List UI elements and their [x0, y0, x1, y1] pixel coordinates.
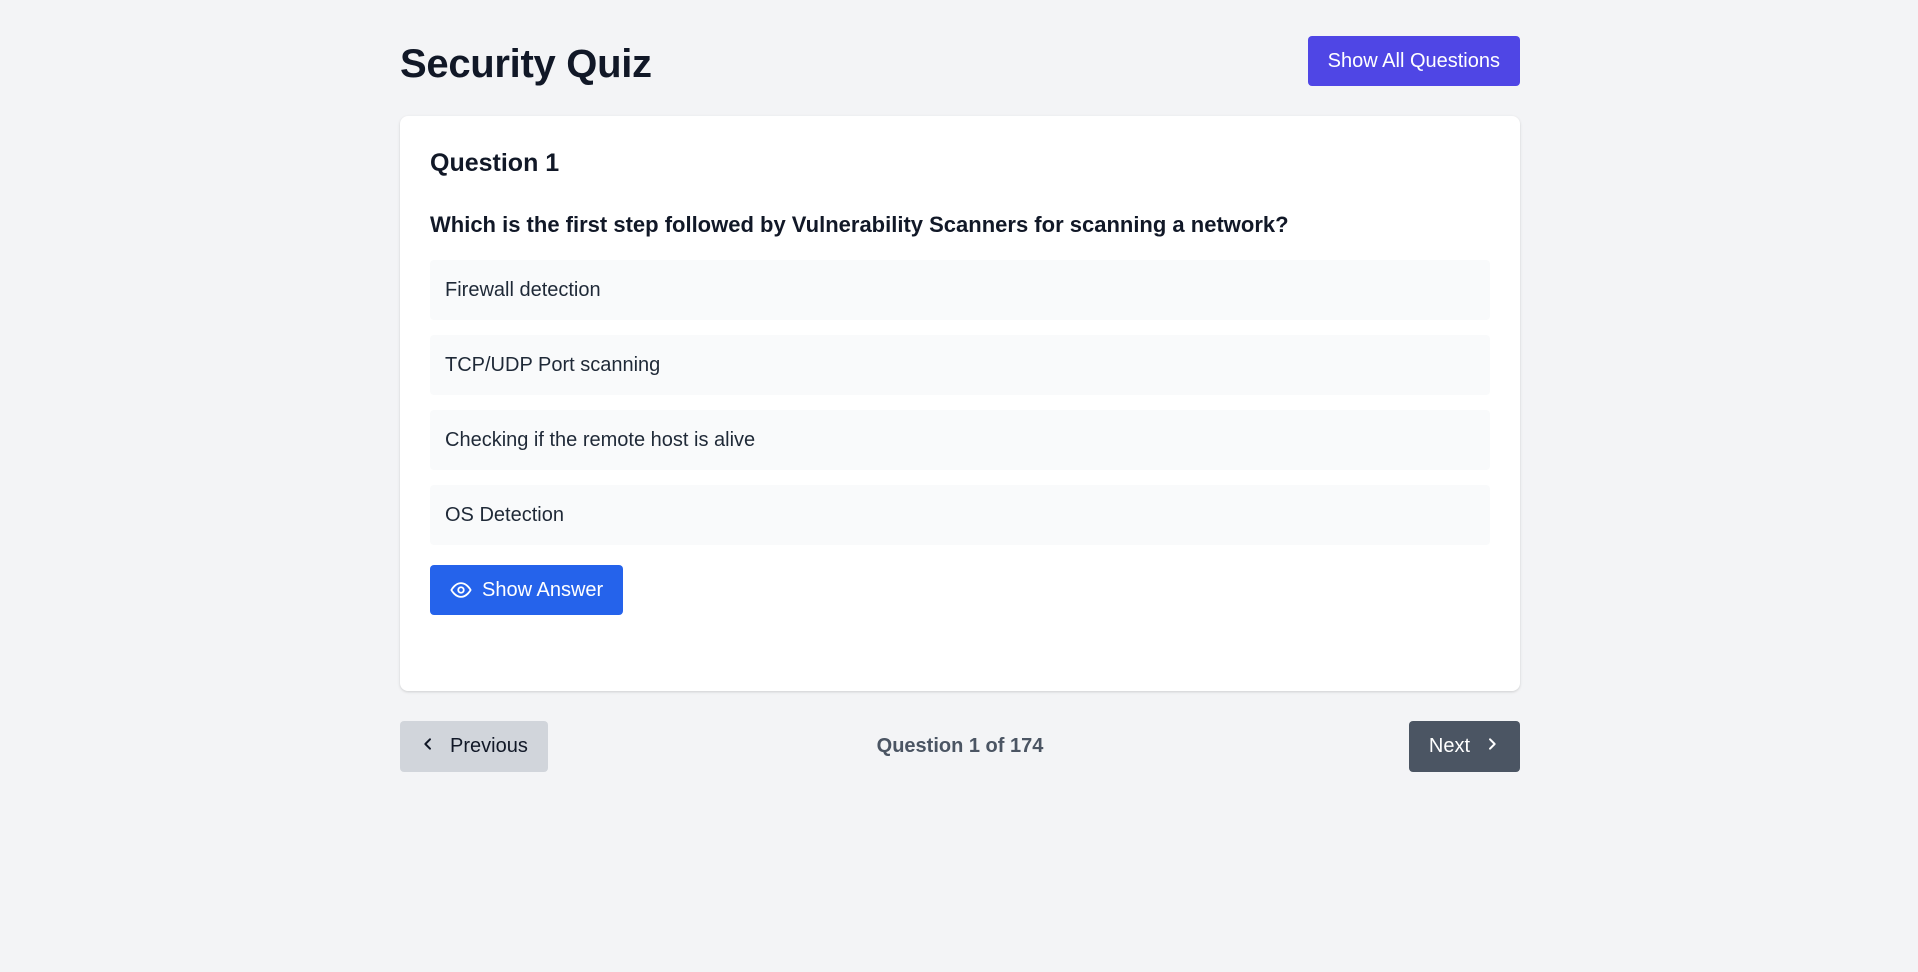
answer-option[interactable]: Checking if the remote host is alive [430, 410, 1490, 470]
question-text: Which is the first step followed by Vuln… [430, 212, 1289, 237]
page-header: Security Quiz Show All Questions [400, 0, 1520, 116]
answer-option-label: Firewall detection [445, 278, 601, 301]
answer-option-label: Checking if the remote host is alive [445, 428, 756, 451]
question-card: Question 1 Which is the first step follo… [400, 116, 1520, 691]
question-navigation: Previous Question 1 of 174 Next [400, 721, 1520, 772]
answer-options: Firewall detection TCP/UDP Port scanning… [430, 260, 1490, 545]
next-label: Next [1428, 735, 1470, 757]
eye-icon [450, 579, 472, 601]
show-answer-button[interactable]: Show Answer [430, 565, 624, 615]
chevron-right-icon [1484, 735, 1500, 758]
answer-option-label: OS Detection [445, 503, 564, 526]
quiz-container: Security Quiz Show All Questions Questio… [400, 0, 1520, 772]
next-button[interactable]: Next [1408, 721, 1520, 772]
answer-option[interactable]: Firewall detection [430, 260, 1490, 320]
show-all-questions-button[interactable]: Show All Questions [1307, 36, 1520, 86]
answer-option[interactable]: TCP/UDP Port scanning [430, 335, 1490, 395]
answer-option-label: TCP/UDP Port scanning [445, 353, 661, 376]
question-number: Question 1 [430, 149, 560, 177]
question-progress: Question 1 of 174 [876, 735, 1044, 757]
answer-option[interactable]: OS Detection [430, 485, 1490, 545]
show-answer-label: Show Answer [482, 578, 604, 601]
page-title: Security Quiz [400, 42, 652, 86]
